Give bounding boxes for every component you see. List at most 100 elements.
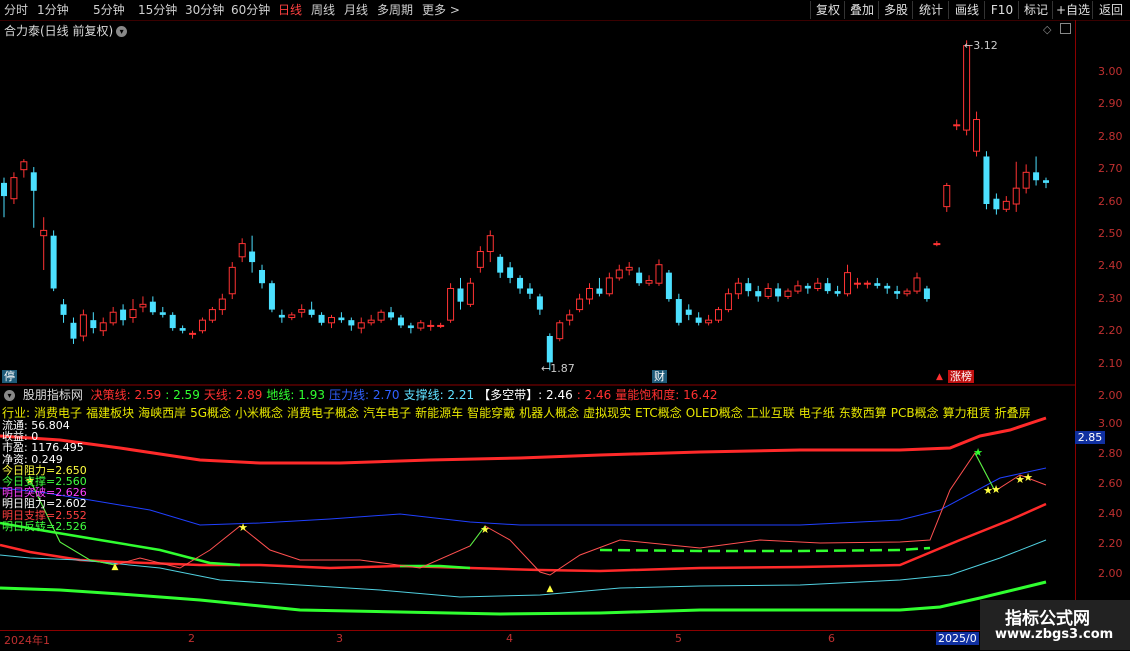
indicator-value-3: 地线: 1.93 — [266, 388, 325, 402]
candle-body — [99, 322, 107, 332]
suspend-badge[interactable]: 停 — [2, 370, 17, 383]
candle-body — [675, 299, 682, 323]
candle-body — [367, 319, 375, 324]
date-label: 2 — [188, 632, 195, 645]
f10-button[interactable]: F10 — [984, 1, 1019, 19]
period-toolbar: 分时 1分钟 5分钟 15分钟 30分钟 60分钟 日线 周线 月线 多周期 更… — [0, 0, 1130, 21]
indicator-title[interactable]: 股朋指标网 — [23, 388, 83, 402]
candle-body — [605, 277, 613, 295]
indicator-value-1: : 2.59 — [165, 388, 200, 402]
candle-body — [40, 229, 48, 237]
yellow-star: ★ — [991, 483, 1001, 496]
candle-body — [794, 285, 802, 292]
current-value-badge: 2.85 — [1075, 431, 1105, 444]
candle-body — [665, 272, 672, 300]
period-daily[interactable]: 日线 — [278, 1, 302, 19]
candle-body — [943, 185, 951, 208]
sector-item[interactable]: 智能穿戴 — [467, 406, 515, 420]
candle-body — [218, 298, 226, 311]
period-more[interactable]: 更多 > — [422, 1, 460, 19]
sector-list: 行业: 消费电子 福建板块 海峡西岸 5G概念 小米概念 消费电子概念 汽车电子 新能源车 智能穿… — [2, 404, 1039, 421]
candle-body — [238, 243, 246, 258]
draw-button[interactable]: 画线 — [948, 1, 985, 19]
overlay-button[interactable]: 叠加 — [844, 1, 879, 19]
sector-item[interactable]: 5G概念 — [190, 406, 231, 420]
candle-body — [457, 288, 464, 302]
candle-body — [189, 332, 197, 335]
candle-body — [476, 251, 484, 268]
date-label: 2024年1 — [4, 634, 50, 647]
candle-body — [407, 325, 414, 329]
candle-body — [120, 309, 127, 321]
sector-item[interactable]: 福建板块 — [86, 406, 134, 420]
sector-item[interactable]: ETC概念 — [635, 406, 682, 420]
sector-item[interactable]: 折叠屏 — [995, 406, 1031, 420]
sector-item[interactable]: 工业互联 — [747, 406, 795, 420]
sector-item[interactable]: OLED概念 — [686, 406, 743, 420]
fuquan-button[interactable]: 复权 — [810, 1, 845, 19]
sector-item[interactable]: 虚拟现实 — [583, 406, 631, 420]
decision-line-green — [599, 546, 931, 553]
candle-body — [268, 283, 275, 310]
period-fenshi[interactable]: 分时 — [4, 1, 28, 19]
price-tick: 2.00 — [1098, 389, 1123, 402]
yellow-star: ★ — [1023, 471, 1033, 484]
sector-item[interactable]: 东数西算 — [839, 406, 887, 420]
indicator-value-2: 天线: 2.89 — [203, 388, 263, 402]
indicator-value-6: 【多空带】: 2.46 — [478, 388, 573, 402]
candle-body — [486, 235, 494, 253]
sector-item[interactable]: 新能源车 — [415, 406, 463, 420]
multi-stock-button[interactable]: 多股 — [878, 1, 913, 19]
period-weekly[interactable]: 周线 — [311, 1, 335, 19]
period-multi[interactable]: 多周期 — [377, 1, 413, 19]
top-gainers-badge[interactable]: 涨榜 — [948, 370, 974, 383]
price-tick: 2.80 — [1098, 129, 1123, 143]
finance-badge[interactable]: 财 — [652, 370, 667, 383]
sector-item[interactable]: 消费电子 — [34, 406, 82, 420]
sector-item[interactable]: 海峡西岸 — [138, 406, 186, 420]
sector-item[interactable]: 汽车电子 — [363, 406, 411, 420]
price-tick: 2.60 — [1098, 194, 1123, 208]
yellow-triangle: ▲ — [547, 584, 554, 594]
sector-item[interactable]: PCB概念 — [891, 406, 939, 420]
indicator-tick: 2.80 — [1098, 447, 1123, 460]
candle-body — [853, 282, 861, 285]
candle-body — [596, 288, 603, 294]
candle-body — [249, 251, 256, 263]
candle-body — [745, 283, 752, 292]
sector-item[interactable]: 小米概念 — [235, 406, 283, 420]
candle-body — [1022, 171, 1030, 189]
info-line: 明日反转=2.526 — [2, 519, 87, 533]
period-monthly[interactable]: 月线 — [344, 1, 368, 19]
add-watchlist-button[interactable]: +自选 — [1052, 1, 1093, 19]
sector-item[interactable]: 电子纸 — [799, 406, 835, 420]
mark-button[interactable]: 标记 — [1018, 1, 1053, 19]
candlesticks — [1, 40, 1049, 371]
sector-item[interactable]: 机器人概念 — [519, 406, 579, 420]
candle-body — [993, 198, 1000, 210]
sky-line — [0, 416, 1047, 465]
chevron-down-icon[interactable]: ▾ — [4, 390, 15, 401]
indicator-tick: 2.60 — [1098, 477, 1123, 490]
period-15min[interactable]: 15分钟 — [138, 1, 177, 19]
candle-body — [208, 309, 216, 321]
candle-body — [844, 272, 852, 295]
candle-body — [576, 298, 584, 311]
candle-body — [963, 45, 971, 131]
back-button[interactable]: 返回 — [1092, 1, 1129, 19]
signal-markers: ★★ ★★★★★★▲▲ — [25, 446, 1033, 594]
candle-body — [308, 309, 315, 315]
chart-canvas[interactable]: ★★ ★★★★★★▲▲ — [0, 20, 1075, 630]
candle-body — [586, 287, 594, 300]
stats-button[interactable]: 统计 — [912, 1, 949, 19]
pressure-line — [0, 467, 1047, 526]
candle-body — [566, 314, 574, 321]
decision-line — [0, 502, 1047, 573]
sector-item[interactable]: 算力租赁 — [943, 406, 991, 420]
period-1min[interactable]: 1分钟 — [37, 1, 69, 19]
period-30min[interactable]: 30分钟 — [185, 1, 224, 19]
period-60min[interactable]: 60分钟 — [231, 1, 270, 19]
sector-item[interactable]: 消费电子概念 — [287, 406, 359, 420]
candle-body — [526, 288, 533, 294]
period-5min[interactable]: 5分钟 — [93, 1, 125, 19]
